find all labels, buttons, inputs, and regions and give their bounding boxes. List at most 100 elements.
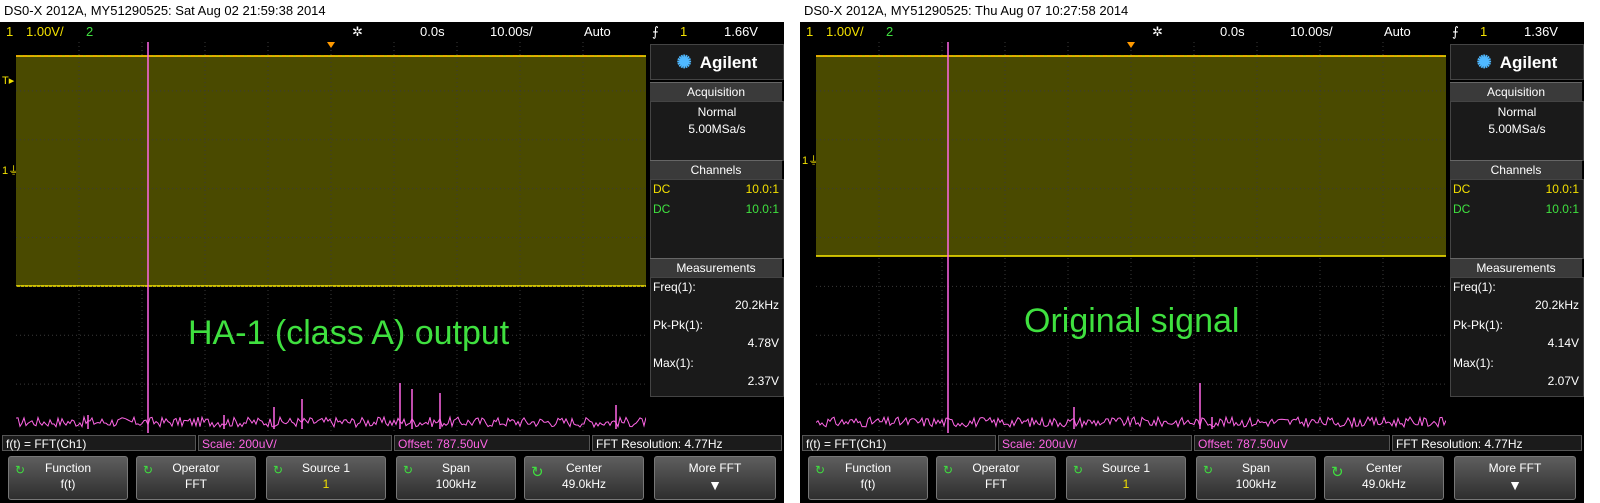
ch1-indicator[interactable]: 1: [806, 22, 813, 42]
softkey-label: Span: [441, 461, 471, 475]
softkey-bar: ↻ Function f(t) ↻ Operator FFT ↻ Source 1 1 ↻ S…: [0, 453, 784, 503]
arrow-down-icon: ▼: [1508, 477, 1522, 493]
entry-knob-icon: ↻: [531, 464, 544, 481]
span-softkey[interactable]: ↻ Span 100kHz: [396, 456, 516, 500]
ch1-probe: 10.0:1: [745, 182, 779, 196]
ch2-indicator[interactable]: 2: [86, 22, 93, 42]
acquisition-info: Normal 5.00MSa/s: [1450, 101, 1584, 161]
math-function-field[interactable]: f(t) = FFT(Ch1): [2, 435, 196, 451]
trigger-source[interactable]: 1: [1480, 22, 1487, 42]
math-status-row: f(t) = FFT(Ch1) Scale: 200uV/ Offset: 78…: [800, 433, 1584, 453]
channel-status-bar: 1 1.00V/ 2 ✲ 0.0s 10.00s/ Auto ⨍ 1 1.36V: [800, 22, 1584, 42]
waveform-plot: [816, 42, 1446, 433]
center-softkey[interactable]: ↻ Center 49.0kHz: [1324, 456, 1444, 500]
function-softkey[interactable]: ↻ Function f(t): [808, 456, 928, 500]
ch2-coupling: DC: [653, 202, 671, 216]
softkey-value: 1: [1122, 477, 1130, 491]
rotate-icon: ↻: [15, 463, 26, 477]
measurements-header[interactable]: Measurements: [1450, 258, 1582, 277]
measurement-label: Max(1):: [653, 356, 694, 370]
channels-header[interactable]: Channels: [1450, 160, 1582, 179]
trigger-level[interactable]: 1.36V: [1524, 22, 1558, 42]
ch2-indicator[interactable]: 2: [886, 22, 893, 42]
trigger-slope-icon: ⨍: [652, 24, 659, 39]
time-scale[interactable]: 10.00s/: [490, 22, 533, 42]
channels-info: DC 10.0:1 DC 10.0:1: [650, 179, 784, 259]
ch1-scale[interactable]: 1.00V/: [826, 22, 864, 42]
arrow-down-icon: ▼: [708, 477, 722, 493]
trigger-mode[interactable]: Auto: [584, 22, 611, 42]
math-status-row: f(t) = FFT(Ch1) Scale: 200uV/ Offset: 78…: [0, 433, 784, 453]
time-scale[interactable]: 10.00s/: [1290, 22, 1333, 42]
trigger-position-marker: [327, 42, 335, 48]
channels-header[interactable]: Channels: [650, 160, 782, 179]
ch2-probe: 10.0:1: [1545, 202, 1579, 216]
acquisition-mode: Normal: [1497, 105, 1537, 119]
screenshot-caption: DS0-X 2012A, MY51290525: Sat Aug 02 21:5…: [4, 3, 326, 18]
rotate-icon: ↻: [1073, 463, 1084, 477]
function-softkey[interactable]: ↻ Function f(t): [8, 456, 128, 500]
entry-knob-icon: ↻: [1331, 464, 1344, 481]
rotate-icon: ↻: [1203, 463, 1214, 477]
operator-softkey[interactable]: ↻ Operator FFT: [136, 456, 256, 500]
softkey-label: Operator: [172, 461, 220, 475]
rotate-icon: ↻: [943, 463, 954, 477]
run-status-icon: ✲: [1152, 24, 1163, 39]
time-offset[interactable]: 0.0s: [1220, 22, 1245, 42]
math-scale-field[interactable]: Scale: 200uV/: [998, 435, 1192, 451]
brand-logo: ✺ Agilent: [650, 44, 784, 80]
softkey-label: Source 1: [1101, 461, 1151, 475]
measurement-label: Max(1):: [1453, 356, 1494, 370]
measurement-value: 20.2kHz: [1534, 298, 1579, 312]
math-function-field[interactable]: f(t) = FFT(Ch1): [802, 435, 996, 451]
rotate-icon: ↻: [273, 463, 284, 477]
channel-status-bar: 1 1.00V/ 2 ✲ 0.0s 10.00s/ Auto ⨍ 1 1.66V: [0, 22, 784, 42]
channels-info: DC 10.0:1 DC 10.0:1: [1450, 179, 1584, 259]
math-offset-field[interactable]: Offset: 787.50uV: [394, 435, 590, 451]
softkey-label: Span: [1241, 461, 1271, 475]
ch1-indicator[interactable]: 1: [6, 22, 13, 42]
waveform-plot: [16, 42, 646, 433]
fft-resolution-field: FFT Resolution: 4.77Hz: [592, 435, 782, 451]
measurement-label: Pk-Pk(1):: [653, 318, 704, 332]
sample-rate: 5.00MSa/s: [688, 122, 746, 136]
softkey-value: 100kHz: [435, 477, 477, 491]
more-fft-softkey[interactable]: More FFT ▼: [1454, 456, 1576, 500]
rotate-icon: ↻: [815, 463, 826, 477]
more-fft-softkey[interactable]: More FFT ▼: [654, 456, 776, 500]
acquisition-header[interactable]: Acquisition: [1450, 82, 1582, 101]
acquisition-header[interactable]: Acquisition: [650, 82, 782, 101]
fft-resolution-field: FFT Resolution: 4.77Hz: [1392, 435, 1582, 451]
source1-softkey[interactable]: ↻ Source 1 1: [1066, 456, 1186, 500]
acquisition-info: Normal 5.00MSa/s: [650, 101, 784, 161]
screenshot-caption: DS0-X 2012A, MY51290525: Thu Aug 07 10:2…: [804, 3, 1129, 18]
source1-softkey[interactable]: ↻ Source 1 1: [266, 456, 386, 500]
sample-rate: 5.00MSa/s: [1488, 122, 1546, 136]
math-scale-field[interactable]: Scale: 200uV/: [198, 435, 392, 451]
span-softkey[interactable]: ↻ Span 100kHz: [1196, 456, 1316, 500]
softkey-label: More FFT: [1488, 461, 1542, 475]
time-offset[interactable]: 0.0s: [420, 22, 445, 42]
operator-softkey[interactable]: ↻ Operator FFT: [936, 456, 1056, 500]
measurements-header[interactable]: Measurements: [650, 258, 782, 277]
center-softkey[interactable]: ↻ Center 49.0kHz: [524, 456, 644, 500]
ch1-scale[interactable]: 1.00V/: [26, 22, 64, 42]
trigger-source[interactable]: 1: [680, 22, 687, 42]
softkey-value: FFT: [985, 477, 1007, 491]
brand-name: Agilent: [1499, 53, 1558, 72]
scope-left: DS0-X 2012A, MY51290525: Sat Aug 02 21:5…: [0, 0, 784, 503]
ch2-coupling: DC: [1453, 202, 1471, 216]
trigger-mode[interactable]: Auto: [1384, 22, 1411, 42]
trigger-level[interactable]: 1.66V: [724, 22, 758, 42]
run-status-icon: ✲: [352, 24, 363, 39]
measurement-label: Freq(1):: [1453, 280, 1496, 294]
math-offset-field[interactable]: Offset: 787.50uV: [1194, 435, 1390, 451]
plot-area: [16, 42, 646, 433]
softkey-bar: ↻ Function f(t) ↻ Operator FFT ↻ Source 1 1 ↻ S…: [800, 453, 1584, 503]
ch1-probe: 10.0:1: [1545, 182, 1579, 196]
softkey-value: FFT: [185, 477, 207, 491]
softkey-label: Function: [44, 461, 92, 475]
measurement-label: Freq(1):: [653, 280, 696, 294]
trigger-position-marker: [1127, 42, 1135, 48]
agilent-spark-icon: ✺: [676, 52, 692, 72]
